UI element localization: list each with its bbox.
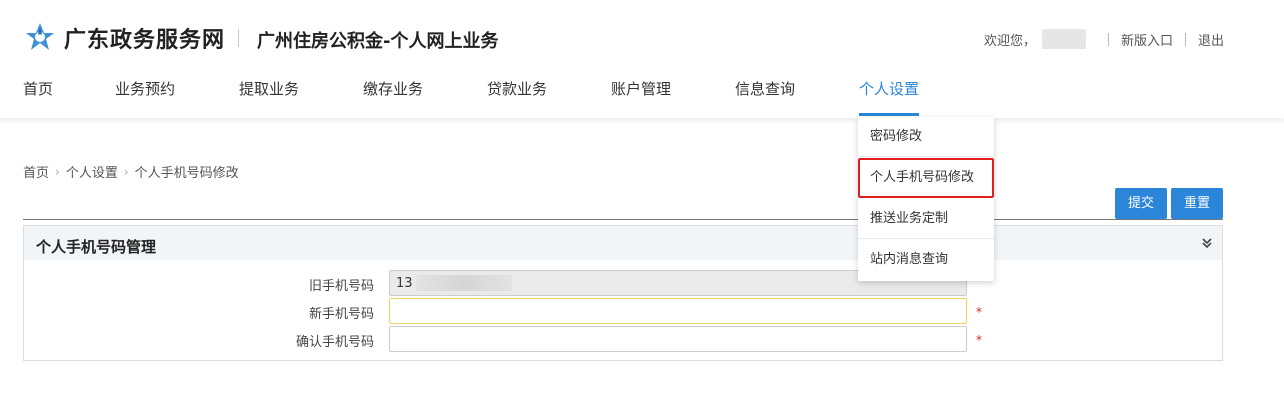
nav-account[interactable]: 账户管理: [611, 78, 671, 115]
brand-divider: [238, 29, 239, 47]
welcome-text: 欢迎您，: [983, 33, 1036, 49]
user-name-masked: [1041, 29, 1086, 49]
breadcrumb-home[interactable]: 首页: [23, 162, 49, 181]
submit-button[interactable]: 提交: [1115, 188, 1167, 219]
phone-panel: 个人手机号码管理 旧手机号码 新手机号码 * 确认手机号码 *: [23, 225, 1223, 361]
panel-title: 个人手机号码管理: [36, 238, 157, 256]
old-phone-row: 旧手机号码: [24, 270, 1222, 296]
brand-name: 广东政务服务网: [64, 28, 226, 53]
site-header: 广东政务服务网 广州住房公积金-个人网上业务 欢迎您， 新版入口 退出 首页 业…: [0, 0, 1284, 118]
nav-home[interactable]: 首页: [23, 78, 53, 115]
confirm-phone-label: 确认手机号码: [295, 335, 374, 350]
menu-item-phone[interactable]: 个人手机号码修改: [858, 158, 994, 198]
divider-line: [23, 219, 1223, 220]
nav-deposit[interactable]: 缴存业务: [363, 78, 423, 115]
new-phone-row: 新手机号码 *: [24, 298, 1222, 324]
chevron-right-icon: ›: [55, 164, 60, 179]
settings-dropdown: 密码修改 个人手机号码修改 推送业务定制 站内消息查询: [858, 117, 994, 281]
required-mark: *: [976, 305, 982, 319]
site-subtitle: 广州住房公积金-个人网上业务: [257, 31, 499, 52]
panel-header: 个人手机号码管理: [24, 226, 1222, 260]
menu-item-push[interactable]: 推送业务定制: [858, 199, 994, 239]
divider: [1107, 32, 1109, 46]
confirm-phone-field[interactable]: [389, 326, 967, 352]
reset-button[interactable]: 重置: [1171, 188, 1223, 219]
nav-withdraw[interactable]: 提取业务: [239, 78, 299, 115]
breadcrumb: 首页 › 个人设置 › 个人手机号码修改: [23, 162, 239, 182]
menu-item-messages[interactable]: 站内消息查询: [858, 240, 994, 280]
breadcrumb-settings[interactable]: 个人设置: [66, 162, 118, 181]
double-chevron-down-icon[interactable]: [1202, 237, 1212, 249]
menu-item-password[interactable]: 密码修改: [858, 117, 994, 157]
breadcrumb-current: 个人手机号码修改: [134, 166, 239, 181]
logo-icon: [26, 23, 54, 50]
phone-masked: [416, 275, 512, 291]
nav-loan[interactable]: 贷款业务: [487, 78, 547, 115]
logout-link[interactable]: 退出: [1198, 30, 1224, 49]
nav-appointment[interactable]: 业务预约: [115, 78, 175, 115]
chevron-right-icon: ›: [123, 164, 129, 179]
nav-query[interactable]: 信息查询: [735, 78, 795, 115]
user-bar: 欢迎您， 新版入口 退出: [984, 29, 1224, 49]
required-mark: *: [976, 333, 982, 347]
new-phone-label: 新手机号码: [308, 307, 374, 322]
old-phone-label: 旧手机号码: [308, 279, 374, 294]
new-phone-field[interactable]: [389, 298, 967, 324]
confirm-phone-row: 确认手机号码 *: [24, 326, 1222, 352]
nav-settings[interactable]: 个人设置: [859, 78, 920, 116]
new-version-link[interactable]: 新版入口: [1121, 30, 1173, 49]
divider: [1184, 32, 1186, 46]
